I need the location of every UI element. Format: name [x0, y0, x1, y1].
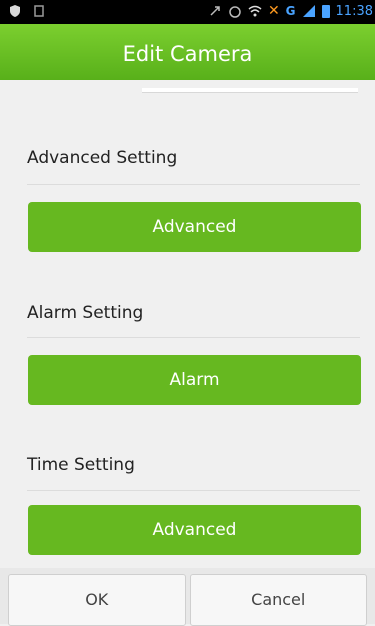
shield-icon [8, 4, 22, 18]
no-signal-icon: ✕ [267, 3, 280, 19]
time-setting-label: Time Setting [27, 455, 135, 475]
advanced-button[interactable]: Advanced [28, 202, 361, 252]
time-advanced-button[interactable]: Advanced [28, 505, 361, 555]
network-type: G [285, 4, 296, 18]
cancel-button[interactable]: Cancel [189, 574, 367, 626]
divider [27, 490, 360, 491]
advanced-setting-label: Advanced Setting [27, 148, 178, 168]
usb-icon [208, 4, 222, 18]
alarm-icon [228, 4, 242, 18]
ok-button[interactable]: OK [8, 574, 186, 626]
alarm-setting-label: Alarm Setting [27, 303, 144, 323]
battery-icon [321, 4, 330, 18]
text-field-partial[interactable] [142, 88, 358, 93]
wifi-icon [248, 4, 262, 18]
status-bar: ✕ G 11:38 [0, 0, 375, 24]
signal-icon [302, 4, 316, 18]
divider [27, 184, 360, 185]
sim-icon [32, 4, 46, 18]
clock: 11:38 [335, 3, 373, 19]
dialog-buttons: OK Cancel [0, 568, 375, 626]
page-title: Edit Camera [0, 24, 375, 80]
divider [27, 337, 360, 338]
alarm-button[interactable]: Alarm [28, 355, 361, 405]
settings-content[interactable]: Advanced Setting Advanced Alarm Setting … [0, 80, 375, 568]
